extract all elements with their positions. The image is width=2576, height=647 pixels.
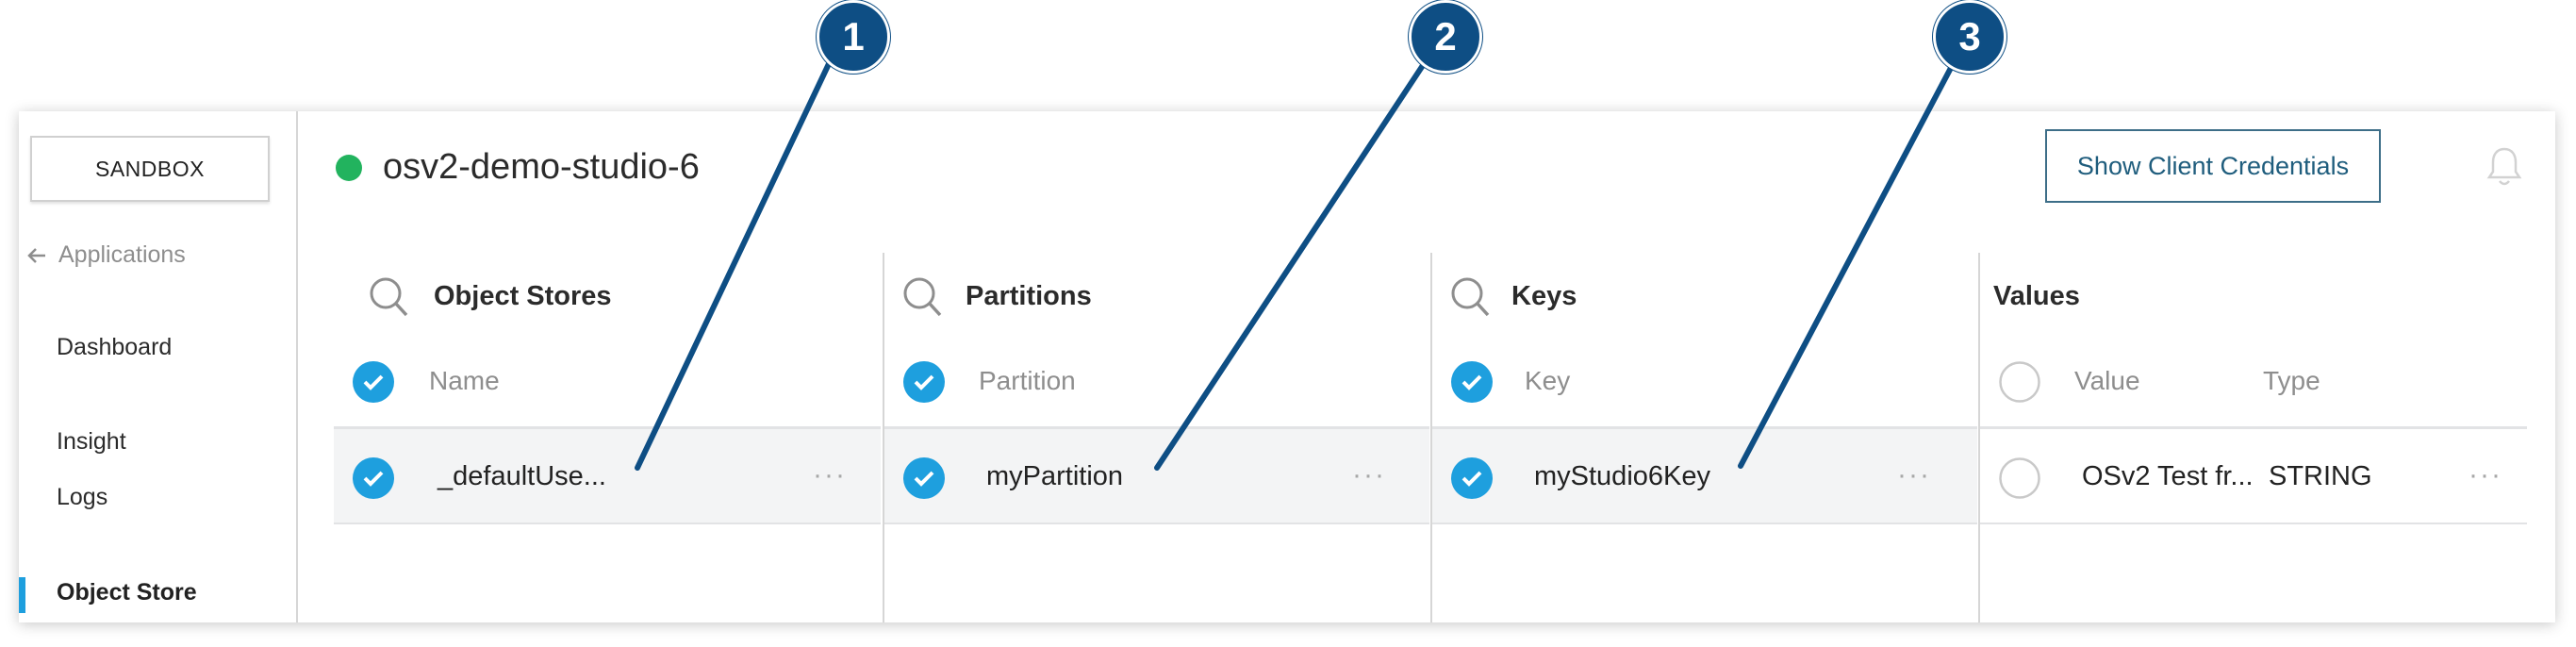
callout-line-3 bbox=[1738, 31, 1972, 469]
callout-badge-3: 3 bbox=[1933, 0, 2006, 74]
callout-badge-1: 1 bbox=[817, 0, 890, 74]
callout-line-1 bbox=[635, 31, 846, 471]
callout-lines bbox=[635, 31, 1972, 471]
callout-badge-2: 2 bbox=[1409, 0, 1482, 74]
callout-line-2 bbox=[1154, 31, 1446, 471]
